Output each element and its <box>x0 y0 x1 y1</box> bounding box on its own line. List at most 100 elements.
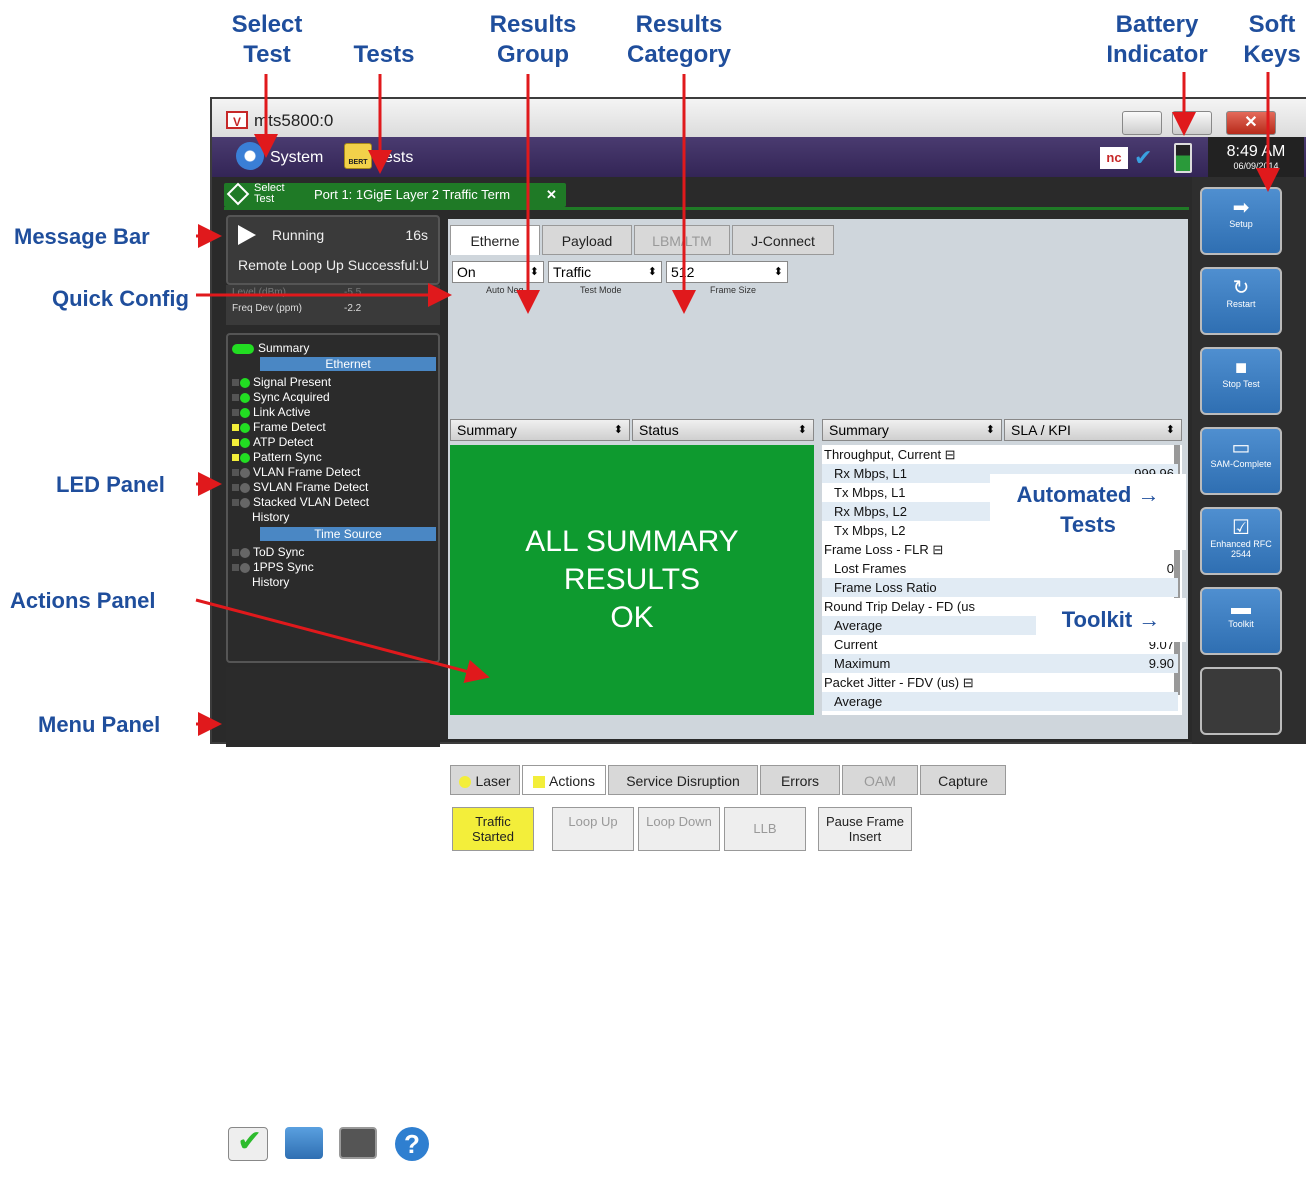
tab-errors[interactable]: Errors <box>760 765 840 795</box>
soft-key-restart[interactable]: ↻ Restart <box>1200 267 1282 335</box>
callout-actions-panel: Actions Panel <box>10 588 156 613</box>
ethernet-led-row: Sync Acquired <box>232 390 330 405</box>
auto-neg-select[interactable]: On ⬍ <box>452 261 544 283</box>
tab-lbm-ltm[interactable]: LBM/LTM <box>634 225 730 255</box>
soft-key-blank[interactable] <box>1200 667 1282 735</box>
soft-key-enhanced-rfc[interactable]: ☑ Enhanced RFC 2544 <box>1200 507 1282 575</box>
ethernet-led-row: SVLAN Frame Detect <box>232 480 368 495</box>
soft-key-stop-test[interactable]: ■ Stop Test <box>1200 347 1282 415</box>
ethernet-led-label: Stacked VLAN Detect <box>253 495 370 509</box>
close-tab-icon[interactable]: ✕ <box>546 183 557 207</box>
tab-ethernet[interactable]: Etherne <box>450 225 540 255</box>
ethernet-led-row: Pattern Sync <box>232 450 322 465</box>
summary-led-icon <box>232 343 254 354</box>
ethernet-led-row: Signal Present <box>232 375 331 390</box>
test-tab[interactable]: Select Test Port 1: 1GigE Layer 2 Traffi… <box>224 183 566 207</box>
help-button[interactable]: ? Help <box>390 1127 434 1177</box>
time-led-row: History <box>252 575 289 590</box>
time-source-header: Time Source <box>260 527 436 541</box>
tab-payload[interactable]: Payload <box>542 225 632 255</box>
tab-oam[interactable]: OAM <box>842 765 918 795</box>
test-mode-select[interactable]: Traffic ⬍ <box>548 261 662 283</box>
result-label: Tx Mbps, L2 <box>834 523 906 538</box>
sam-complete-label: SAM-Complete <box>1210 459 1272 469</box>
left-results-group-select[interactable]: Summary ⬍ <box>450 419 630 441</box>
soft-key-setup[interactable]: ➡ Setup <box>1200 187 1282 255</box>
auto-neg-value: On <box>457 264 476 280</box>
tab-actions[interactable]: Actions <box>522 765 606 795</box>
result-label: Round Trip Delay - FD (us <box>824 599 975 614</box>
callout-select-test: Select Test <box>231 11 303 68</box>
nc-icon: nc <box>1100 147 1128 169</box>
history-square-icon <box>232 549 239 557</box>
updown-icon: ⬍ <box>773 266 783 278</box>
app-logo-icon: V <box>226 111 248 129</box>
callout-results-category: Results Category <box>626 11 732 68</box>
tab-service-disruption[interactable]: Service Disruption <box>608 765 758 795</box>
tab-laser[interactable]: Laser <box>450 765 520 795</box>
led-icon <box>240 452 250 463</box>
reports-button[interactable]: ✔ Reports <box>226 1125 270 1177</box>
minimize-button[interactable] <box>1122 111 1162 135</box>
time-led-row: 1PPS Sync <box>232 560 314 575</box>
left-results-category-select[interactable]: Status ⬍ <box>632 419 814 441</box>
close-button[interactable]: ✕ <box>1226 111 1276 135</box>
frame-size-select[interactable]: 512 ⬍ <box>666 261 788 283</box>
battery-icon <box>1174 143 1192 173</box>
device-screen: V mts5800:0 ✕ System BERT Tests nc ✔ 8:4… <box>210 97 1306 1177</box>
loop-down-button[interactable]: Loop Down <box>638 807 720 851</box>
led-summary[interactable]: Summary <box>232 341 309 356</box>
toolkit-label: Toolkit <box>1228 619 1254 629</box>
system-menu[interactable]: System <box>270 143 323 173</box>
status-message: Remote Loop Up Successful:Ur <box>238 257 428 273</box>
left-category-value: Status <box>639 422 679 438</box>
checkbox-icon: ☑ <box>1232 517 1250 539</box>
result-row: Maximum 9.90 <box>822 654 1178 673</box>
led-icon <box>240 482 250 493</box>
llb-button[interactable]: LLB <box>724 807 806 851</box>
history-square-icon <box>232 409 239 417</box>
updown-icon: ⬍ <box>797 424 807 436</box>
tools-button[interactable]: Tools <box>282 1127 326 1175</box>
tab-laser-label: Laser <box>475 773 511 789</box>
ethernet-led-label: Signal Present <box>253 375 332 389</box>
soft-key-sam-complete[interactable]: ▭ SAM-Complete <box>1200 427 1282 495</box>
ethernet-led-row: History <box>252 510 289 525</box>
auto-neg-caption: Auto Neg. <box>486 285 527 295</box>
summary-line-3: OK <box>610 601 654 634</box>
updown-icon: ⬍ <box>529 266 539 278</box>
ethernet-led-row: Frame Detect <box>232 420 326 435</box>
ethernet-led-row: Stacked VLAN Detect <box>232 495 369 510</box>
check-icon: ✔ <box>1134 145 1153 170</box>
updown-icon: ⬍ <box>985 424 995 436</box>
tests-menu[interactable]: Tests <box>376 143 413 173</box>
right-results-group-select[interactable]: Summary ⬍ <box>822 419 1002 441</box>
soft-keys-panel: ➡ Setup ↻ Restart ■ Stop Test ▭ SAM-Complete… <box>1192 177 1306 744</box>
reports-label: Reports <box>226 1163 270 1177</box>
maximize-button[interactable] <box>1172 111 1212 135</box>
select-test-icon[interactable] <box>226 182 250 206</box>
led-icon <box>240 562 250 573</box>
ethernet-led-label: Link Active <box>253 405 311 419</box>
ethernet-led-row: ATP Detect <box>232 435 313 450</box>
automated-label: Automated <box>1016 482 1132 507</box>
test-mode-caption: Test Mode <box>580 285 622 295</box>
loop-up-button[interactable]: Loop Up <box>552 807 634 851</box>
updown-icon: ⬍ <box>647 266 657 278</box>
history-square-icon <box>232 454 239 462</box>
pause-frame-insert-button[interactable]: Pause Frame Insert <box>818 807 912 851</box>
view-button[interactable]: View <box>336 1127 380 1175</box>
history-square-icon <box>232 439 239 447</box>
led-icon <box>240 547 250 558</box>
restart-icon: ↻ <box>1232 277 1250 299</box>
soft-key-toolkit[interactable]: ▬ Toolkit <box>1200 587 1282 655</box>
tab-j-connect[interactable]: J-Connect <box>732 225 834 255</box>
toolbox-icon <box>285 1127 323 1159</box>
summary-results-display: ALL SUMMARY RESULTS OK <box>450 445 814 715</box>
led-icon <box>240 497 250 508</box>
select-test-button[interactable]: Select Test <box>254 183 304 205</box>
traffic-started-button[interactable]: Traffic Started <box>452 807 534 851</box>
right-results-category-select[interactable]: SLA / KPI ⬍ <box>1004 419 1182 441</box>
led-icon <box>240 407 250 418</box>
tab-capture[interactable]: Capture <box>920 765 1006 795</box>
